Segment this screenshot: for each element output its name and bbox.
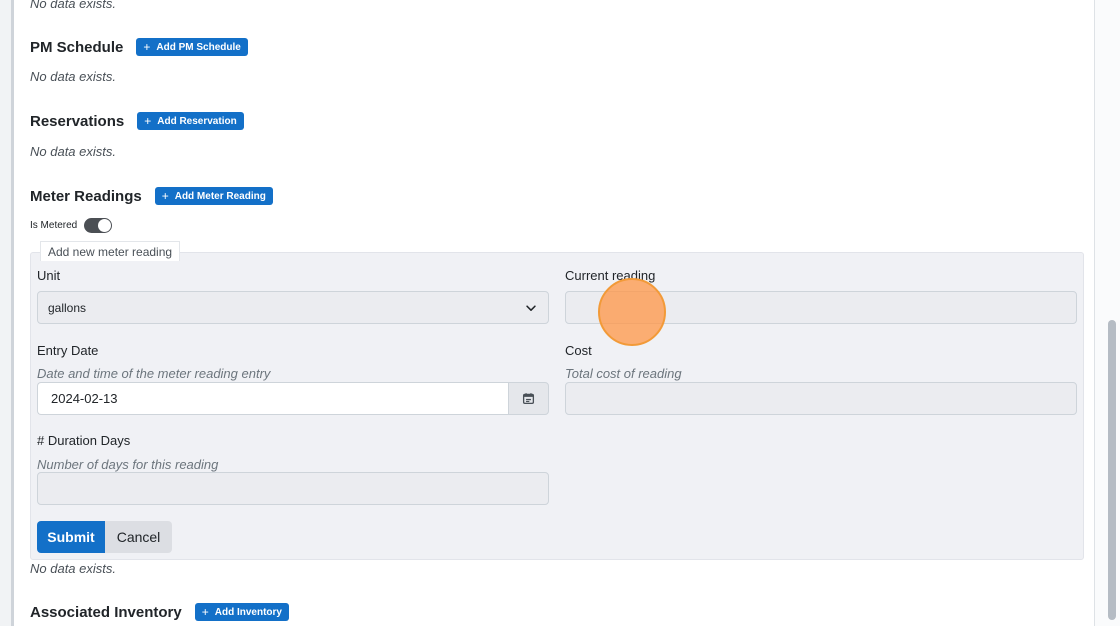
- entry-date-input[interactable]: 2024-02-13: [37, 382, 508, 415]
- scrollbar-thumb[interactable]: [1108, 320, 1116, 620]
- section-title: Meter Readings: [30, 187, 142, 205]
- meter-readings-header: Meter Readings + Add Meter Reading: [30, 185, 273, 207]
- add-reservation-button[interactable]: + Add Reservation: [137, 112, 244, 130]
- button-label: Add Meter Reading: [174, 190, 266, 202]
- unit-select[interactable]: gallons: [37, 291, 549, 324]
- reservations-header: Reservations + Add Reservation: [30, 110, 244, 132]
- cost-help: Total cost of reading: [565, 366, 682, 381]
- add-inventory-button[interactable]: + Add Inventory: [194, 603, 289, 621]
- duration-days-label: # Duration Days: [37, 433, 131, 448]
- scrollbar-track[interactable]: [1094, 0, 1120, 626]
- duration-days-input[interactable]: [37, 472, 549, 505]
- calendar-icon: [522, 393, 535, 405]
- cost-input[interactable]: [565, 382, 1077, 415]
- empty-message: No data exists.: [30, 69, 116, 84]
- form-legend: Add new meter reading: [40, 241, 181, 261]
- plus-icon: +: [144, 114, 152, 128]
- plus-icon: +: [161, 189, 169, 203]
- empty-message: No data exists.: [30, 561, 116, 576]
- button-label: Add Inventory: [214, 606, 282, 618]
- section-title: Associated Inventory: [30, 603, 182, 621]
- entry-date-field: 2024-02-13: [37, 382, 549, 415]
- current-reading-input[interactable]: [565, 291, 1077, 324]
- section-title: PM Schedule: [30, 38, 124, 56]
- is-metered-label: Is Metered: [30, 220, 78, 231]
- toggle-knob: [98, 219, 112, 232]
- unit-selected-value: gallons: [48, 300, 87, 315]
- entry-date-label: Entry Date: [37, 343, 99, 358]
- associated-inventory-header: Associated Inventory + Add Inventory: [30, 601, 289, 623]
- cancel-button[interactable]: Cancel: [105, 521, 172, 553]
- empty-message: No data exists.: [30, 0, 116, 11]
- section-title: Reservations: [30, 112, 125, 130]
- duration-days-help: Number of days for this reading: [37, 457, 219, 472]
- submit-button[interactable]: Submit: [37, 521, 105, 553]
- pm-schedule-header: PM Schedule + Add PM Schedule: [30, 36, 248, 58]
- cost-label: Cost: [565, 343, 592, 358]
- empty-message: No data exists.: [30, 144, 116, 159]
- add-meter-reading-button[interactable]: + Add Meter Reading: [154, 187, 273, 205]
- add-pm-schedule-button[interactable]: + Add PM Schedule: [136, 38, 248, 56]
- date-picker-button[interactable]: [508, 382, 549, 415]
- plus-icon: +: [143, 40, 151, 54]
- unit-label: Unit: [37, 268, 61, 283]
- chevron-down-icon: [526, 304, 536, 311]
- left-rail: [0, 0, 14, 626]
- is-metered-toggle[interactable]: [84, 218, 113, 233]
- entry-date-help: Date and time of the meter reading entry: [37, 366, 271, 381]
- current-reading-label: Current reading: [565, 268, 656, 283]
- button-label: Add Reservation: [157, 115, 237, 127]
- plus-icon: +: [201, 605, 209, 619]
- button-label: Add PM Schedule: [156, 41, 241, 53]
- is-metered-row: Is Metered: [30, 218, 113, 233]
